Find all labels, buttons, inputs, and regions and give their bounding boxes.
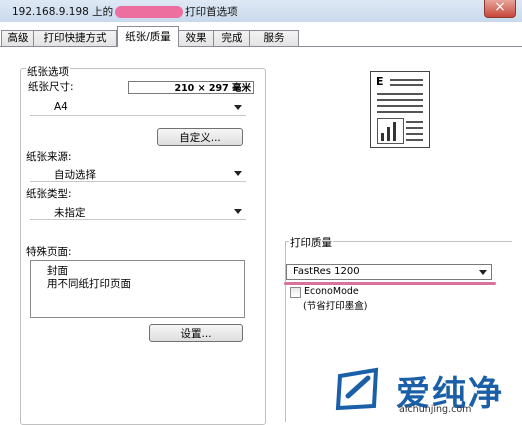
paper-type-select[interactable]: 未指定 [30,202,246,220]
redaction-mark [115,6,184,18]
special-pages-label: 特殊页面: [26,246,72,258]
econo-mode-label: EconoMode [304,286,359,297]
tab-finishing[interactable]: 完成 [213,30,251,46]
chevron-down-icon [479,270,487,275]
special-pages-settings-button[interactable]: 设置... [149,324,243,342]
paper-type-value: 未指定 [54,207,86,219]
tab-effects[interactable]: 效果 [177,30,215,46]
list-item[interactable]: 用不同纸打印页面 [47,276,131,291]
close-button[interactable] [484,0,516,18]
highlight-underline [284,282,496,285]
tab-shortcuts[interactable]: 打印快捷方式 [33,30,117,46]
chevron-down-icon [234,105,242,110]
watermark-url: aichunjing.com [399,404,472,415]
paper-source-label: 纸张来源: [26,151,72,163]
paper-size-select[interactable]: A4 [30,98,246,116]
page-preview-icon: E [370,71,430,148]
paper-source-value: 自动选择 [54,169,96,181]
paper-size-dimensions: 210 × 297 毫米 [128,81,254,94]
econo-mode-description: (节省打印墨盒) [303,301,368,312]
window-title: 192.168.9.198 上的 打印首选项 [12,6,238,18]
special-pages-list[interactable]: 封面 用不同纸打印页面 [30,260,245,318]
chevron-down-icon [234,171,242,176]
paper-size-label: 纸张尺寸: [28,81,74,93]
paper-size-value: A4 [54,101,68,113]
chevron-down-icon [234,209,242,214]
print-quality-label: 打印质量 [289,235,333,250]
custom-size-button[interactable]: 自定义... [157,128,243,146]
econo-mode-checkbox[interactable] [290,287,301,298]
tab-paper-quality[interactable]: 纸张/质量 [117,26,179,47]
paper-source-select[interactable]: 自动选择 [30,164,246,182]
tab-strip: 高级 打印快捷方式 纸张/质量 效果 完成 服务 [0,26,522,47]
paper-type-label: 纸张类型: [26,188,72,200]
tab-advanced[interactable]: 高级 [1,30,35,46]
title-bar: 192.168.9.198 上的 打印首选项 [0,0,522,22]
print-quality-value: FastRes 1200 [293,266,360,277]
tab-services[interactable]: 服务 [249,30,299,46]
watermark-logo-icon [335,367,379,411]
print-quality-select[interactable]: FastRes 1200 [286,264,492,280]
paper-options-title: 纸张选项 [26,64,70,79]
